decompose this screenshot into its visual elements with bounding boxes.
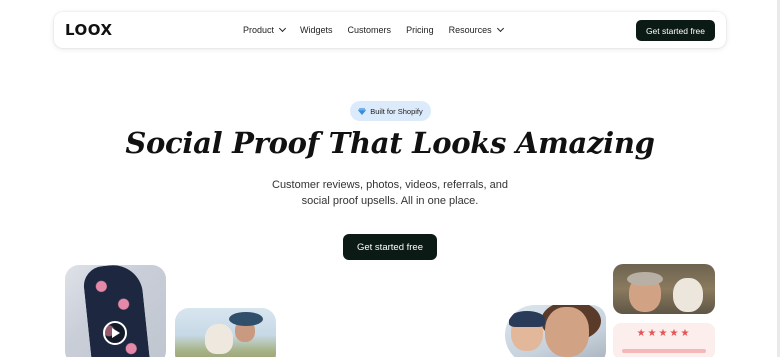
hat-image — [229, 312, 263, 326]
play-video-icon[interactable] — [103, 321, 127, 345]
nav-links: Product Widgets Customers Pricing Resour… — [243, 12, 518, 48]
dog-image — [673, 278, 703, 312]
nav-item-widgets[interactable]: Widgets — [300, 25, 333, 35]
badge-label: Built for Shopify — [370, 106, 423, 116]
nav-item-product[interactable]: Product — [243, 24, 287, 35]
logo[interactable]: LOOX — [65, 21, 113, 39]
built-for-shopify-badge: Built for Shopify — [350, 101, 431, 121]
review-card: ★★★★★ — [613, 323, 715, 357]
top-navbar: LOOX Product Widgets Customers Pricing R… — [54, 12, 726, 48]
hero-subtitle: Customer reviews, photos, videos, referr… — [0, 177, 780, 209]
play-triangle — [112, 328, 120, 338]
nav-item-label: Customers — [347, 25, 392, 35]
star-rating-icon: ★★★★★ — [636, 328, 692, 339]
nav-item-pricing[interactable]: Pricing — [406, 25, 434, 35]
nav-item-label: Product — [243, 25, 275, 35]
nav-item-resources[interactable]: Resources — [448, 24, 504, 35]
nav-item-label: Pricing — [406, 25, 434, 35]
nav-item-label: Resources — [448, 25, 492, 35]
customer-photo-woman-dog — [175, 308, 276, 357]
dog-image — [205, 324, 233, 354]
header-get-started-button[interactable]: Get started free — [635, 20, 715, 41]
hair-image — [627, 272, 663, 286]
nav-item-customers[interactable]: Customers — [348, 25, 392, 35]
hero-title: Social Proof That Looks Amazing — [125, 126, 655, 160]
mother-image — [545, 307, 589, 357]
hero-subtitle-line: Customer reviews, photos, videos, referr… — [272, 179, 508, 191]
hero-subtitle-line: social proof upsells. All in one place. — [301, 195, 479, 207]
customer-photo-man-dog — [613, 264, 715, 314]
review-text-placeholder — [622, 349, 706, 353]
customer-photo-mother-child — [505, 305, 606, 357]
diamond-icon — [358, 107, 367, 115]
chevron-down-icon — [496, 24, 504, 33]
cap-image — [509, 311, 545, 327]
chevron-down-icon — [278, 24, 287, 33]
hero-get-started-button[interactable]: Get started free — [343, 234, 437, 260]
nav-item-label: Widgets — [300, 25, 333, 35]
